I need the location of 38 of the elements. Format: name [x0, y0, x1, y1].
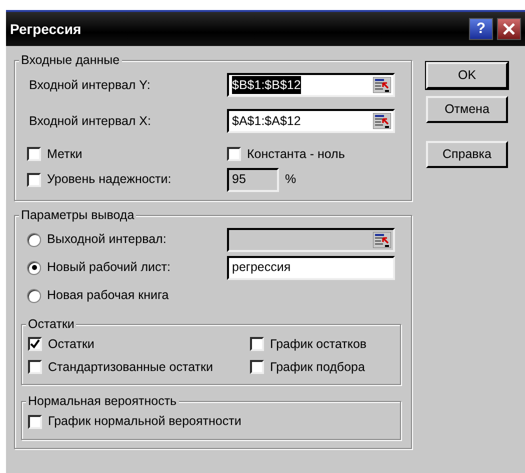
checkbox[interactable]	[250, 337, 264, 352]
group-title: Входные данные	[19, 52, 122, 68]
checkbox[interactable]	[28, 360, 42, 374]
group-title: Нормальная вероятность	[26, 393, 179, 410]
window-title: Регрессия	[10, 20, 82, 39]
checkbox-label: График остатков	[270, 336, 367, 353]
checkbox-label: График подбора	[270, 358, 365, 376]
checkbox-label: Метки	[47, 146, 82, 163]
radio-button[interactable]	[27, 288, 41, 303]
help-button[interactable]: ?	[469, 18, 493, 40]
dialog-button[interactable]: Справка	[426, 141, 508, 168]
unit-label: %	[285, 171, 296, 188]
field-label: Входной интервал X:	[28, 112, 152, 130]
range-picker-icon[interactable]	[373, 113, 391, 129]
range-field[interactable]: $B$1:$B$12	[227, 73, 395, 97]
radio-label: Новый рабочий лист:	[47, 259, 170, 276]
checkbox[interactable]	[27, 147, 41, 162]
radio-label: Новая рабочая книга	[47, 287, 169, 304]
checkbox[interactable]	[28, 337, 42, 352]
dialog-button[interactable]: OK	[426, 62, 508, 89]
radio-label: Выходной интервал:	[47, 231, 166, 248]
checkbox-label: Остатки	[48, 336, 94, 353]
range-field[interactable]: $A$1:$A$12	[227, 109, 395, 133]
checkbox-label: График нормальной вероятности	[48, 413, 242, 430]
text-field[interactable]: регрессия	[227, 256, 395, 280]
radio-button[interactable]	[27, 260, 41, 275]
checkbox-label: Стандартизованные остатки	[48, 358, 213, 376]
checkbox[interactable]	[250, 360, 264, 374]
checkbox[interactable]	[28, 414, 42, 429]
close-button[interactable]	[497, 18, 521, 40]
radio-button[interactable]	[27, 232, 41, 247]
checkbox-label: Уровень надежности:	[47, 171, 172, 188]
checkbox-label: Константа - ноль	[247, 146, 345, 163]
field-label: Входной интервал Y:	[28, 76, 152, 94]
dialog-button[interactable]: Отмена	[426, 96, 508, 123]
range-picker-icon[interactable]	[373, 77, 391, 93]
close-icon	[503, 23, 515, 35]
checkbox[interactable]	[227, 147, 241, 162]
